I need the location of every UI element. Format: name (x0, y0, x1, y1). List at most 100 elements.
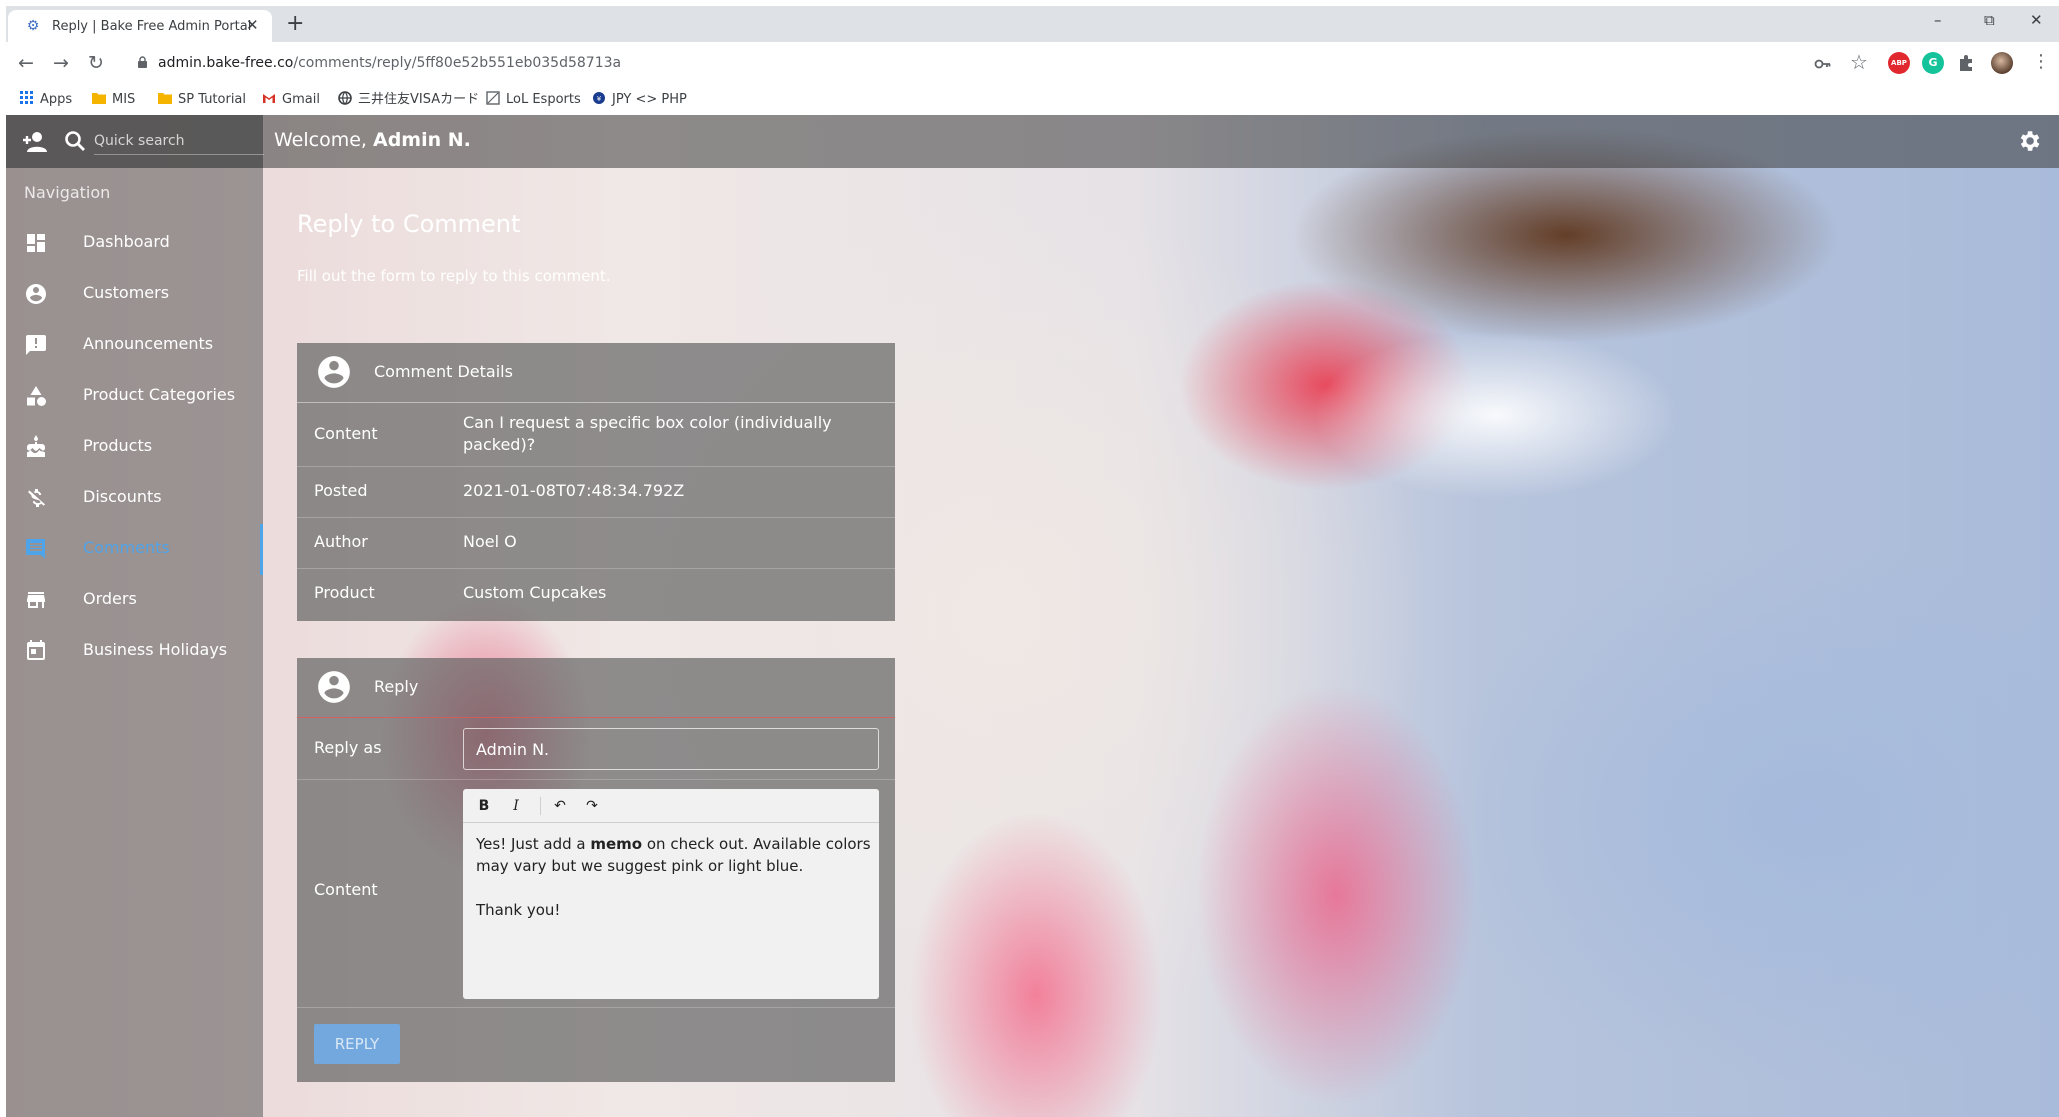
bookmark-gmail[interactable]: Gmail (262, 91, 320, 109)
toolbar-divider (540, 797, 541, 815)
bold-button[interactable]: B (473, 796, 495, 816)
money-off-icon (28, 489, 45, 507)
detail-row-product: Product Custom Cupcakes (297, 569, 895, 620)
detail-value: Noel O (463, 532, 517, 551)
dashboard-icon (27, 234, 45, 252)
welcome-message: Welcome, Admin N. (274, 129, 471, 151)
editor-content[interactable]: Yes! Just add a memo on check out. Avail… (476, 833, 871, 921)
bookmark-jpy-php[interactable]: ¥ JPY <> PHP (592, 91, 687, 109)
content-label: Content (314, 880, 378, 899)
key-icon[interactable] (1814, 55, 1832, 73)
nav-item-discounts[interactable]: Discounts (6, 473, 263, 524)
star-icon[interactable]: ☆ (1850, 50, 1868, 74)
browser-toolbar: ← → ↻ admin.bake-free.co/comments/reply/… (6, 42, 2059, 86)
detail-key: Content (314, 424, 378, 443)
kebab-menu-icon[interactable]: ⋮ (2032, 50, 2050, 74)
grammarly-icon[interactable]: G (1922, 52, 1944, 74)
detail-value: Can I request a specific box color (indi… (463, 413, 832, 454)
category-icon (27, 386, 46, 406)
image-icon (486, 91, 500, 105)
nav-item-label: Announcements (83, 334, 214, 353)
nav-item-product-categories[interactable]: Product Categories (6, 371, 263, 422)
reply-header: Reply (297, 658, 895, 718)
nav-item-dashboard[interactable]: Dashboard (6, 218, 263, 269)
calendar-icon (27, 640, 45, 660)
reply-submit-button[interactable]: REPLY (314, 1024, 400, 1064)
nav-item-orders[interactable]: Orders (6, 575, 263, 626)
tab-close-icon[interactable]: ✕ (246, 15, 259, 35)
redo-button[interactable]: ↷ (581, 796, 603, 816)
account-circle-icon (318, 671, 350, 703)
folder-icon (158, 93, 172, 104)
undo-button[interactable]: ↶ (549, 796, 571, 816)
back-arrow-icon[interactable]: ← (18, 51, 34, 75)
cake-icon (27, 435, 45, 457)
reload-icon[interactable]: ↻ (88, 51, 104, 75)
folder-icon (92, 93, 106, 104)
svg-text:¥: ¥ (597, 95, 602, 103)
nav-item-comments[interactable]: Comments (6, 524, 263, 575)
reply-content-row: Content B I ↶ ↷ Yes! Just add a memo on … (297, 780, 895, 1008)
nav-item-announcements[interactable]: Announcements (6, 320, 263, 371)
reply-as-label: Reply as (314, 738, 382, 757)
page-subtitle: Fill out the form to reply to this comme… (297, 267, 611, 285)
comment-icon (26, 539, 45, 559)
minimize-button[interactable]: – (1934, 10, 1942, 30)
announcement-icon (26, 335, 46, 355)
settings-gear-icon[interactable] (2016, 128, 2042, 154)
detail-value: 2021-01-08T07:48:34.792Z (463, 481, 685, 500)
restore-button[interactable]: ⧉ (1984, 10, 1995, 30)
admin-app: Welcome, Admin N. Navigation Dashboard C (6, 115, 2059, 1117)
tab-strip: ⚙ Reply | Bake Free Admin Portal ✕ + – ⧉… (6, 6, 2059, 42)
adblock-icon[interactable]: ABP (1888, 52, 1910, 74)
reply-as-row: Reply as (297, 718, 895, 780)
add-user-icon[interactable] (22, 131, 48, 153)
detail-value: Custom Cupcakes (463, 583, 607, 602)
rich-text-editor[interactable]: B I ↶ ↷ Yes! Just add a memo on check ou… (463, 789, 879, 999)
bookmark-visa[interactable]: 三井住友VISAカード (338, 91, 479, 109)
detail-key: Posted (314, 481, 368, 500)
italic-button[interactable]: I (505, 796, 527, 816)
browser-tab[interactable]: ⚙ Reply | Bake Free Admin Portal ✕ (8, 10, 272, 42)
store-icon (27, 592, 45, 608)
page-title: Reply to Comment (297, 210, 521, 238)
quick-search-input[interactable] (94, 127, 264, 155)
comment-details-header: Comment Details (297, 343, 895, 403)
top-bar: Welcome, Admin N. (6, 115, 2059, 168)
nav-item-label: Comments (83, 538, 170, 557)
detail-key: Author (314, 532, 368, 551)
nav-item-label: Customers (83, 283, 170, 302)
bookmarks-bar: Apps MIS SP Tutorial Gmail 三井住友VISAカード L… (6, 86, 2059, 115)
gear-favicon-icon: ⚙ (26, 18, 40, 34)
account-circle-icon (26, 284, 46, 304)
search-icon[interactable] (64, 130, 86, 152)
window-close-button[interactable]: ✕ (2030, 10, 2043, 30)
reply-as-input[interactable] (463, 728, 879, 770)
extensions-puzzle-icon[interactable] (1956, 53, 1976, 73)
new-tab-button[interactable]: + (286, 12, 304, 36)
detail-row-author: Author Noel O (297, 518, 895, 569)
editor-toolbar: B I ↶ ↷ (463, 789, 879, 823)
bookmark-apps[interactable]: Apps (20, 91, 72, 109)
tab-title: Reply | Bake Free Admin Portal (52, 19, 252, 34)
bookmark-mis[interactable]: MIS (92, 91, 135, 109)
apps-grid-icon (20, 91, 33, 104)
editor-paragraph: Yes! Just add a memo on check out. Avail… (476, 835, 871, 875)
comment-details-card: Comment Details Content Can I request a … (297, 343, 895, 621)
nav-item-business-holidays[interactable]: Business Holidays (6, 626, 263, 677)
bookmark-lol-esports[interactable]: LoL Esports (486, 91, 581, 109)
bookmark-sp-tutorial[interactable]: SP Tutorial (158, 91, 246, 109)
nav-item-label: Dashboard (83, 232, 170, 251)
card-title: Comment Details (374, 362, 513, 381)
nav-item-products[interactable]: Products (6, 422, 263, 473)
currency-icon: ¥ (593, 92, 605, 104)
address-bar[interactable]: admin.bake-free.co/comments/reply/5ff80e… (126, 49, 1786, 79)
detail-row-content: Content Can I request a specific box col… (297, 403, 895, 467)
reply-card: Reply Reply as Content B I ↶ ↷ Yes! Just… (297, 658, 895, 1082)
nav-item-label: Business Holidays (83, 640, 228, 659)
profile-avatar[interactable] (1991, 52, 2013, 74)
lock-icon (138, 56, 147, 68)
forward-arrow-icon[interactable]: → (53, 51, 69, 75)
nav-item-customers[interactable]: Customers (6, 269, 263, 320)
detail-key: Product (314, 583, 375, 602)
